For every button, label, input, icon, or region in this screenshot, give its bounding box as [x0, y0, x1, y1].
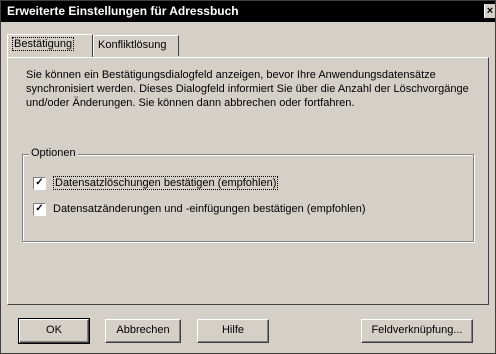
- tab-bestaetigung[interactable]: Bestätigung: [7, 34, 93, 57]
- checkbox-label[interactable]: Datensatzlöschungen bestätigen (empfohle…: [53, 176, 279, 190]
- tab-panel: Sie können ein Bestätigungsdialogfeld an…: [7, 57, 489, 305]
- checkbox-label[interactable]: Datensatzänderungen und -einfügungen bes…: [53, 203, 366, 215]
- description-text: Sie können ein Bestätigungsdialogfeld an…: [26, 69, 469, 109]
- checkmark-icon: ✓: [35, 177, 44, 188]
- checkbox-delete-confirm[interactable]: ✓: [33, 176, 46, 190]
- button-bar: OK Abbrechen Hilfe Feldverknüpfung...: [1, 305, 495, 353]
- options-group: Optionen ✓ Datensatzlöschungen bestätige…: [22, 147, 474, 242]
- dialog-window: Erweiterte Einstellungen für Adressbuch …: [0, 0, 496, 354]
- checkbox-row-change[interactable]: ✓ Datensatzänderungen und -einfügungen b…: [33, 201, 366, 217]
- ok-button[interactable]: OK: [18, 318, 90, 344]
- help-button[interactable]: Hilfe: [197, 319, 269, 343]
- checkbox-row-delete[interactable]: ✓ Datensatzlöschungen bestätigen (empfoh…: [33, 175, 279, 191]
- tab-label: Konfliktlösung: [98, 39, 167, 51]
- checkmark-icon: ✓: [35, 203, 44, 214]
- options-legend: Optionen: [29, 147, 78, 159]
- cancel-button[interactable]: Abbrechen: [105, 319, 181, 343]
- tab-konfliktloesung[interactable]: Konfliktlösung: [93, 35, 179, 56]
- window-title: Erweiterte Einstellungen für Adressbuch: [7, 4, 239, 18]
- close-icon[interactable]: ×: [484, 4, 495, 18]
- checkbox-change-confirm[interactable]: ✓: [33, 202, 46, 216]
- field-mapping-button[interactable]: Feldverknüpfung...: [361, 319, 473, 343]
- title-bar[interactable]: Erweiterte Einstellungen für Adressbuch …: [1, 1, 495, 22]
- tab-label: Bestätigung: [12, 37, 75, 51]
